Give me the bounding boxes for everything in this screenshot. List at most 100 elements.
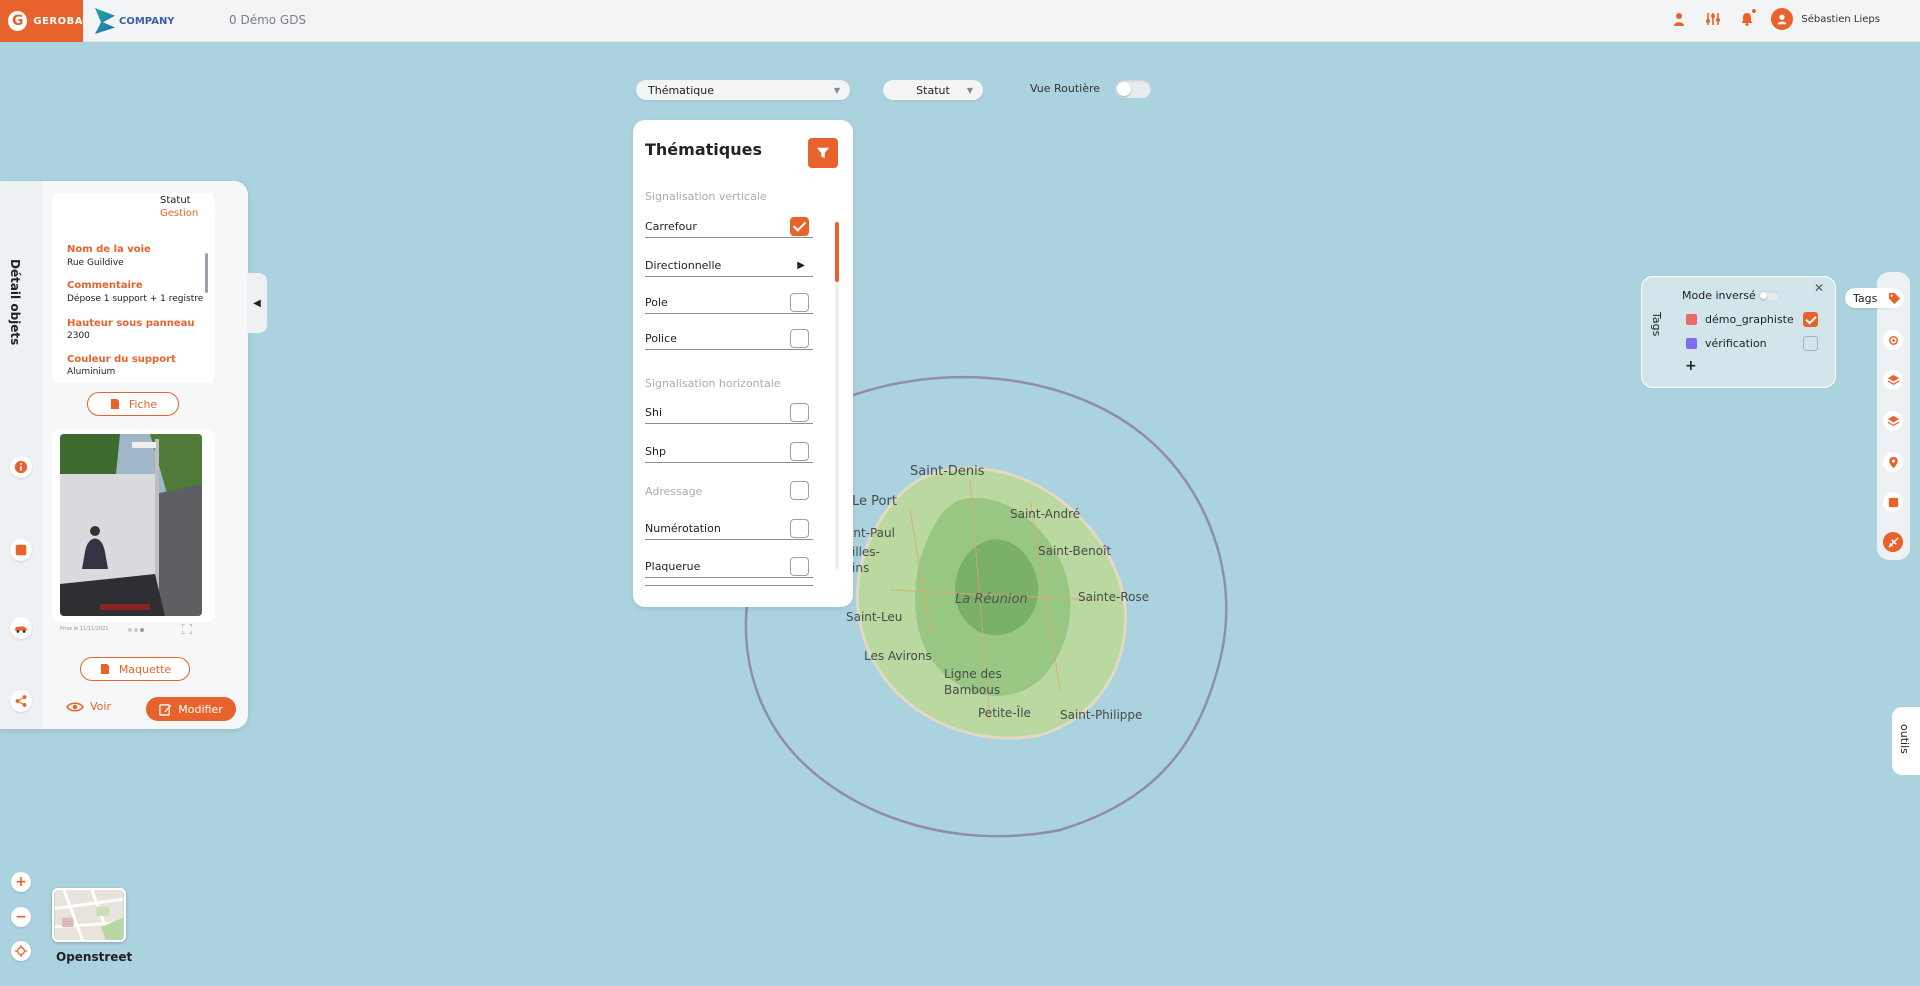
zoom-out-button[interactable]: − [11, 907, 31, 927]
section-adressage-label: Adressage [645, 484, 703, 498]
mode-inverse-label: Mode inversé [1682, 289, 1756, 302]
layers-icon[interactable] [1883, 370, 1903, 390]
user-avatar[interactable] [1771, 8, 1794, 30]
map-label-petite-ile: Petite-Île [978, 705, 1031, 720]
add-tag-button[interactable]: + [1685, 358, 1697, 374]
attr-value-couleur-support: Aluminium [67, 367, 116, 377]
map-label-saint-philippe: Saint-Philippe [1060, 708, 1142, 722]
fiche-button-label: Fiche [128, 397, 158, 411]
vue-routiere-toggle[interactable] [1115, 80, 1151, 98]
user-pin-icon[interactable] [1669, 9, 1689, 29]
chevron-left-icon: ◀ [253, 297, 261, 309]
statut-value: Gestion [160, 208, 199, 219]
numerotation-checkbox[interactable] [790, 519, 809, 538]
notification-bell-icon[interactable] [1737, 8, 1758, 29]
square-shape-icon[interactable] [10, 539, 32, 561]
thematique-select[interactable]: Thématique ▼ [636, 80, 850, 100]
voir-button[interactable]: Voir [66, 700, 111, 713]
tags-panel-title: Tags [1650, 312, 1663, 337]
zoom-in-button[interactable]: + [11, 872, 31, 892]
thematique-item-police[interactable]: Police [645, 328, 813, 350]
layers-stack-icon[interactable] [1883, 411, 1903, 431]
edit-icon [159, 703, 172, 716]
thematiques-title: Thématiques [645, 140, 762, 159]
map-label-ligne-des: Ligne des [944, 667, 1002, 681]
project-title[interactable]: 0 Démo GDS [229, 13, 306, 27]
close-icon[interactable]: ✕ [1814, 281, 1824, 295]
map-pin-icon[interactable] [1883, 452, 1903, 472]
collapse-panel-handle[interactable]: ◀ [247, 273, 267, 333]
map-label-saint-denis: Saint-Denis [910, 464, 985, 479]
company-text: COMPANY [119, 15, 175, 27]
header-actions: Sébastien Lieps [1669, 8, 1880, 30]
measure-tool-icon[interactable] [1883, 532, 1903, 552]
detail-objets-title: Détail objets [8, 259, 22, 346]
thematiques-scroll-thumb[interactable] [835, 222, 839, 282]
basemap-switcher[interactable] [52, 888, 126, 942]
attr-label-couleur-support: Couleur du support [67, 354, 176, 365]
thematique-item-shi[interactable]: Shi [645, 402, 813, 424]
recenter-button[interactable] [11, 941, 31, 961]
photo-pagination[interactable] [128, 628, 144, 632]
map-label-saint-gilles: illes- [852, 545, 880, 559]
user-name[interactable]: Sébastien Lieps [1801, 14, 1880, 25]
tag-item-demo-graphiste[interactable]: démo_graphiste [1686, 313, 1794, 326]
statut-select[interactable]: Statut ▼ [883, 80, 983, 100]
photo-caption: Prise le 11/11/2021 [60, 626, 109, 632]
carrefour-checkbox[interactable] [790, 217, 809, 236]
tag-color-swatch [1686, 338, 1697, 349]
map-label-le-port: Le Port [852, 494, 897, 509]
tag-item-verification[interactable]: vérification [1686, 337, 1767, 350]
thematique-item-plaquerue[interactable]: Plaquerue [645, 556, 813, 578]
play-arrow-icon[interactable]: ▶ [797, 260, 805, 271]
police-checkbox[interactable] [790, 329, 809, 348]
maquette-button[interactable]: Maquette [80, 657, 190, 681]
map-label-la-reunion: La Réunion [955, 592, 1028, 607]
attributes-scrollbar[interactable] [205, 253, 208, 293]
pole-checkbox[interactable] [790, 293, 809, 312]
section-signalisation-horizontale: Signalisation horizontale [645, 377, 781, 390]
object-photo[interactable] [60, 434, 202, 616]
crosshair-icon[interactable] [1883, 330, 1903, 350]
attr-value-commentaire: Dépose 1 support + 1 registre [67, 294, 204, 304]
plaquerue-checkbox[interactable] [790, 557, 809, 576]
detail-objets-panel: Détail objets Statut Gestion Nom de la v… [0, 181, 248, 729]
photo-dot[interactable] [134, 628, 138, 632]
thematique-item-directionnelle[interactable]: Directionnelle ▶ [645, 255, 813, 277]
fullscreen-icon[interactable] [182, 624, 192, 634]
info-icon[interactable] [10, 456, 32, 478]
thematique-item-carrefour[interactable]: Carrefour [645, 216, 813, 238]
square-icon[interactable] [1883, 492, 1903, 512]
thematiques-panel: Thématiques Signalisation verticale Carr… [633, 120, 853, 607]
filter-icon [816, 147, 830, 159]
target-icon [15, 945, 27, 957]
section-adressage[interactable]: Adressage [645, 480, 813, 502]
thematique-item-pole[interactable]: Pole [645, 292, 813, 314]
shp-checkbox[interactable] [790, 442, 809, 461]
mode-inverse-toggle[interactable] [1759, 291, 1779, 300]
tag-verification-checkbox[interactable] [1803, 336, 1818, 351]
tag-icon[interactable] [1884, 288, 1904, 308]
notification-dot [1751, 8, 1758, 14]
thematique-select-value: Thématique [648, 83, 715, 97]
thematique-item-label: Numérotation [645, 522, 721, 535]
tag-demo-graphiste-checkbox[interactable] [1803, 312, 1818, 327]
thematique-item-numerotation[interactable]: Numérotation [645, 518, 813, 540]
share-icon[interactable] [10, 690, 32, 712]
vehicle-icon[interactable] [10, 617, 32, 639]
filter-button[interactable] [808, 138, 838, 168]
detail-sidebar: Détail objets [0, 181, 42, 729]
thematique-item-label: Plaquerue [645, 560, 701, 573]
thematique-item-shp[interactable]: Shp [645, 441, 813, 463]
photo-dot[interactable] [128, 628, 132, 632]
attr-value-hauteur: 2300 [67, 331, 90, 341]
modifier-button[interactable]: Modifier [146, 697, 236, 721]
geroba-logo[interactable]: G GEROBA [0, 0, 83, 42]
adressage-checkbox[interactable] [790, 481, 809, 500]
company-logo: COMPANY [95, 6, 175, 36]
shi-checkbox[interactable] [790, 403, 809, 422]
tag-color-swatch [1686, 314, 1697, 325]
photo-dot-active[interactable] [140, 628, 144, 632]
fiche-button[interactable]: Fiche [87, 392, 179, 416]
settings-sliders-icon[interactable] [1703, 9, 1723, 29]
